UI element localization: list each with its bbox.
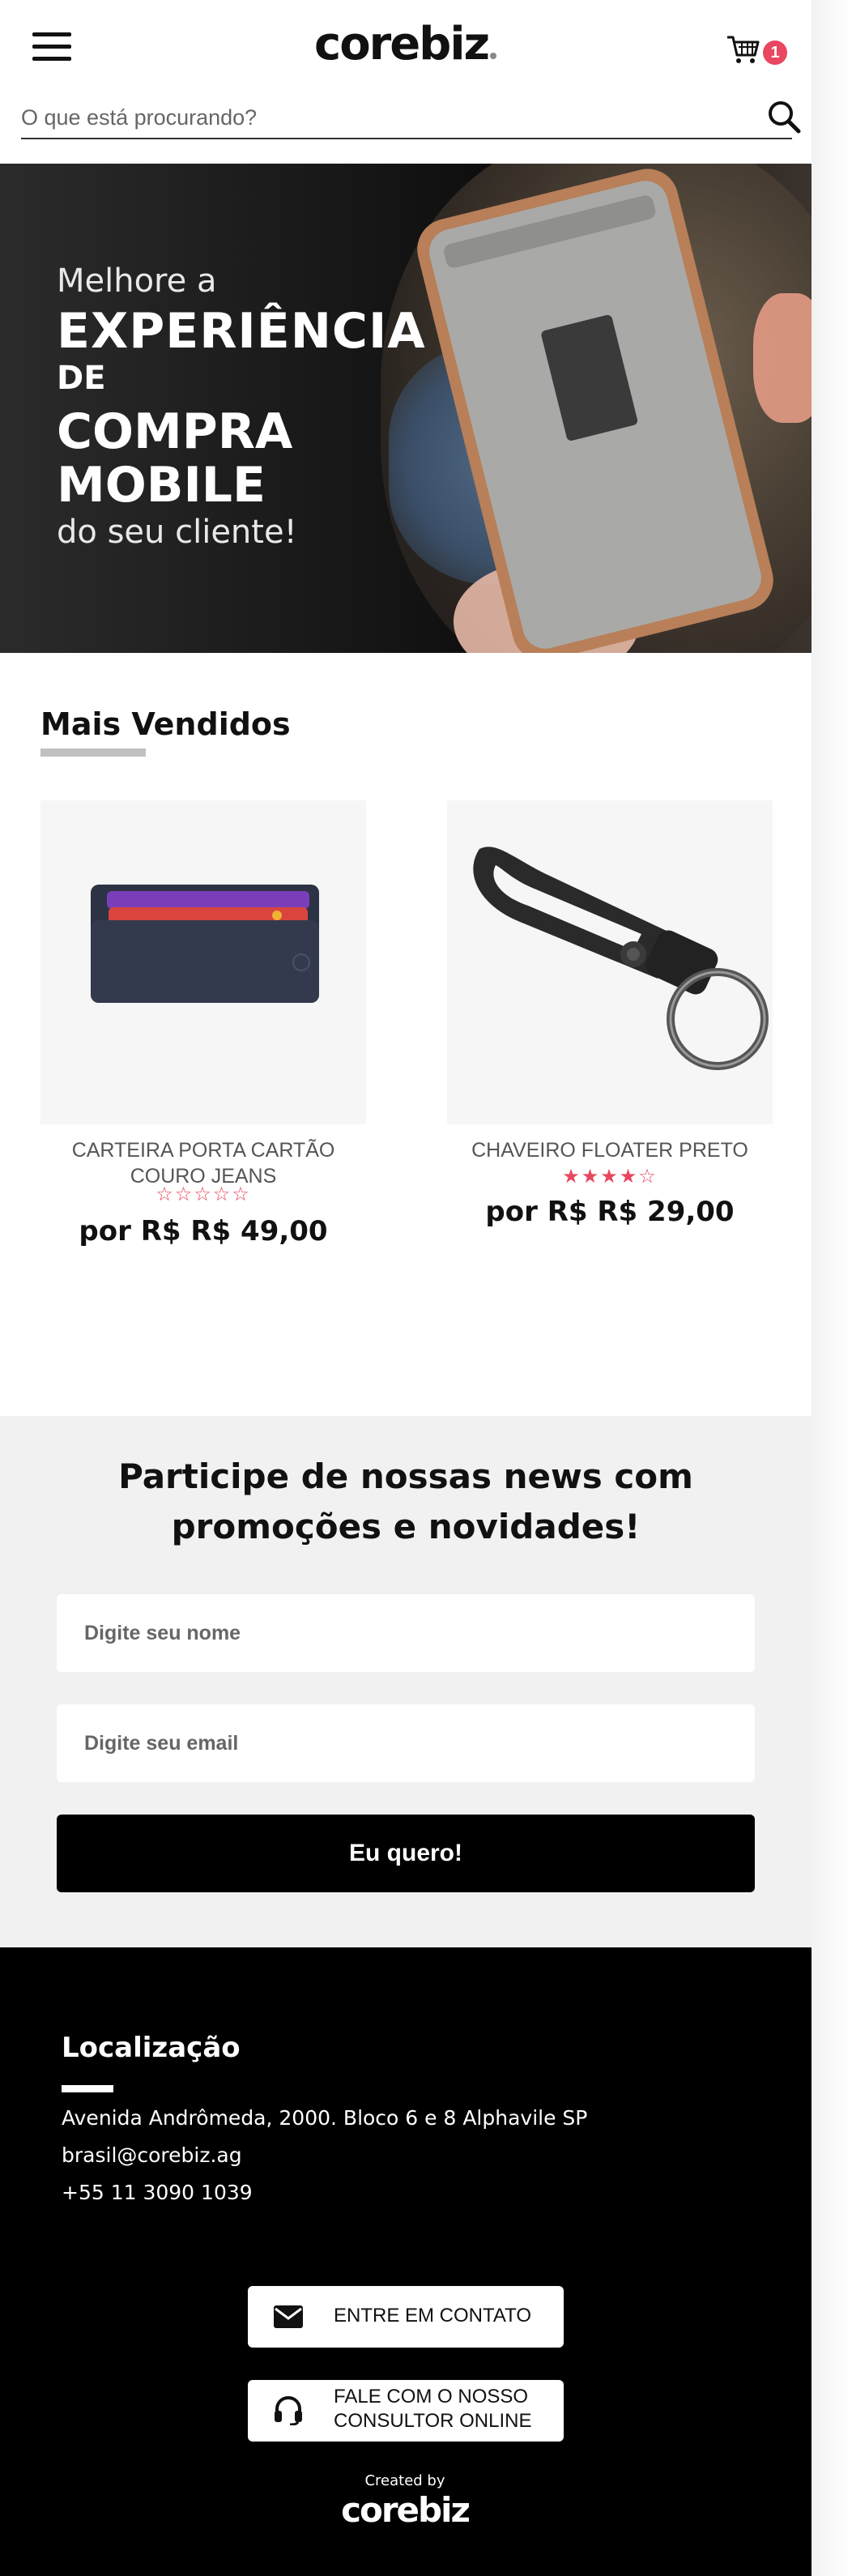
section-underline bbox=[40, 748, 146, 757]
search-icon[interactable] bbox=[766, 99, 802, 134]
newsletter-section: Participe de nossas news com promoções e… bbox=[0, 1416, 812, 1947]
headset-icon bbox=[275, 2396, 302, 2425]
cart-button[interactable]: 1 bbox=[726, 31, 790, 71]
footer-phone[interactable]: +55 11 3090 1039 bbox=[62, 2181, 253, 2204]
menu-icon[interactable] bbox=[32, 32, 71, 62]
footer-address: Avenida Andrômeda, 2000. Bloco 6 e 8 Alp… bbox=[62, 2106, 588, 2130]
page: corebiz 1 O que está procurando? Melhore… bbox=[0, 0, 812, 2576]
product-price: por R$ R$ 49,00 bbox=[79, 1215, 328, 1247]
footer-title-underline bbox=[62, 2085, 113, 2092]
section-title: Mais Vendidos bbox=[40, 706, 291, 742]
contact-button-label: ENTRE EM CONTATO bbox=[334, 2305, 532, 2327]
logo[interactable]: corebiz bbox=[314, 18, 497, 75]
keychain-image bbox=[473, 847, 769, 1070]
footer-logo[interactable]: corebiz bbox=[324, 2490, 486, 2530]
consultant-button[interactable]: FALE COM O NOSSO CONSULTOR ONLINE bbox=[248, 2380, 564, 2442]
created-by-label: Created by bbox=[364, 2472, 445, 2489]
banner-hand bbox=[753, 293, 812, 423]
product-image[interactable] bbox=[40, 800, 366, 1124]
banner-line: DE bbox=[57, 360, 106, 397]
banner-headline: Melhore a EXPERIÊNCIA DE COMPRA MOBILE d… bbox=[57, 262, 445, 554]
header: corebiz 1 bbox=[0, 0, 812, 162]
menu-bar bbox=[32, 32, 71, 36]
wallet-image bbox=[91, 885, 319, 1003]
footer: Localização Avenida Andrômeda, 2000. Blo… bbox=[0, 1947, 812, 2576]
rating-stars: ★★★★☆ bbox=[562, 1166, 658, 1188]
name-field[interactable] bbox=[57, 1594, 755, 1672]
cart-count-badge: 1 bbox=[763, 41, 787, 65]
banner-line: do seu cliente! bbox=[57, 514, 297, 551]
contact-button[interactable]: ENTRE EM CONTATO bbox=[248, 2286, 564, 2348]
banner-line: MOBILE bbox=[57, 457, 266, 514]
logo-text: corebiz bbox=[314, 18, 490, 70]
mail-icon bbox=[274, 2305, 303, 2328]
product-price: por R$ R$ 29,00 bbox=[485, 1196, 735, 1228]
newsletter-title: Participe de nossas news com promoções e… bbox=[118, 1456, 693, 1546]
product-name[interactable]: CHAVEIRO FLOATER PRETO bbox=[447, 1137, 773, 1163]
rating-stars: ☆☆☆☆☆ bbox=[155, 1184, 251, 1205]
email-field[interactable] bbox=[57, 1704, 755, 1782]
product-name[interactable]: CARTEIRA PORTA CARTÃO COURO JEANS bbox=[40, 1137, 366, 1189]
banner-line: EXPERIÊNCIA bbox=[57, 303, 426, 360]
footer-title: Localização bbox=[62, 2032, 241, 2064]
phone-screen-product bbox=[540, 313, 639, 442]
logo-dot bbox=[490, 53, 497, 59]
banner-line: COMPRA bbox=[57, 403, 293, 460]
banner-line: Melhore a bbox=[57, 262, 217, 300]
subscribe-button[interactable]: Eu quero! bbox=[57, 1815, 755, 1892]
search-bar bbox=[21, 97, 801, 139]
menu-bar bbox=[32, 45, 71, 49]
menu-bar bbox=[32, 57, 71, 61]
search-input[interactable] bbox=[21, 100, 734, 134]
cart-icon bbox=[727, 36, 760, 63]
hero-banner[interactable]: Melhore a EXPERIÊNCIA DE COMPRA MOBILE d… bbox=[0, 164, 812, 653]
product-image[interactable] bbox=[447, 800, 773, 1124]
footer-email[interactable]: brasil@corebiz.ag bbox=[62, 2143, 242, 2167]
page-gutter bbox=[812, 0, 852, 2576]
consultant-button-label: FALE COM O NOSSO CONSULTOR ONLINE bbox=[334, 2386, 532, 2432]
